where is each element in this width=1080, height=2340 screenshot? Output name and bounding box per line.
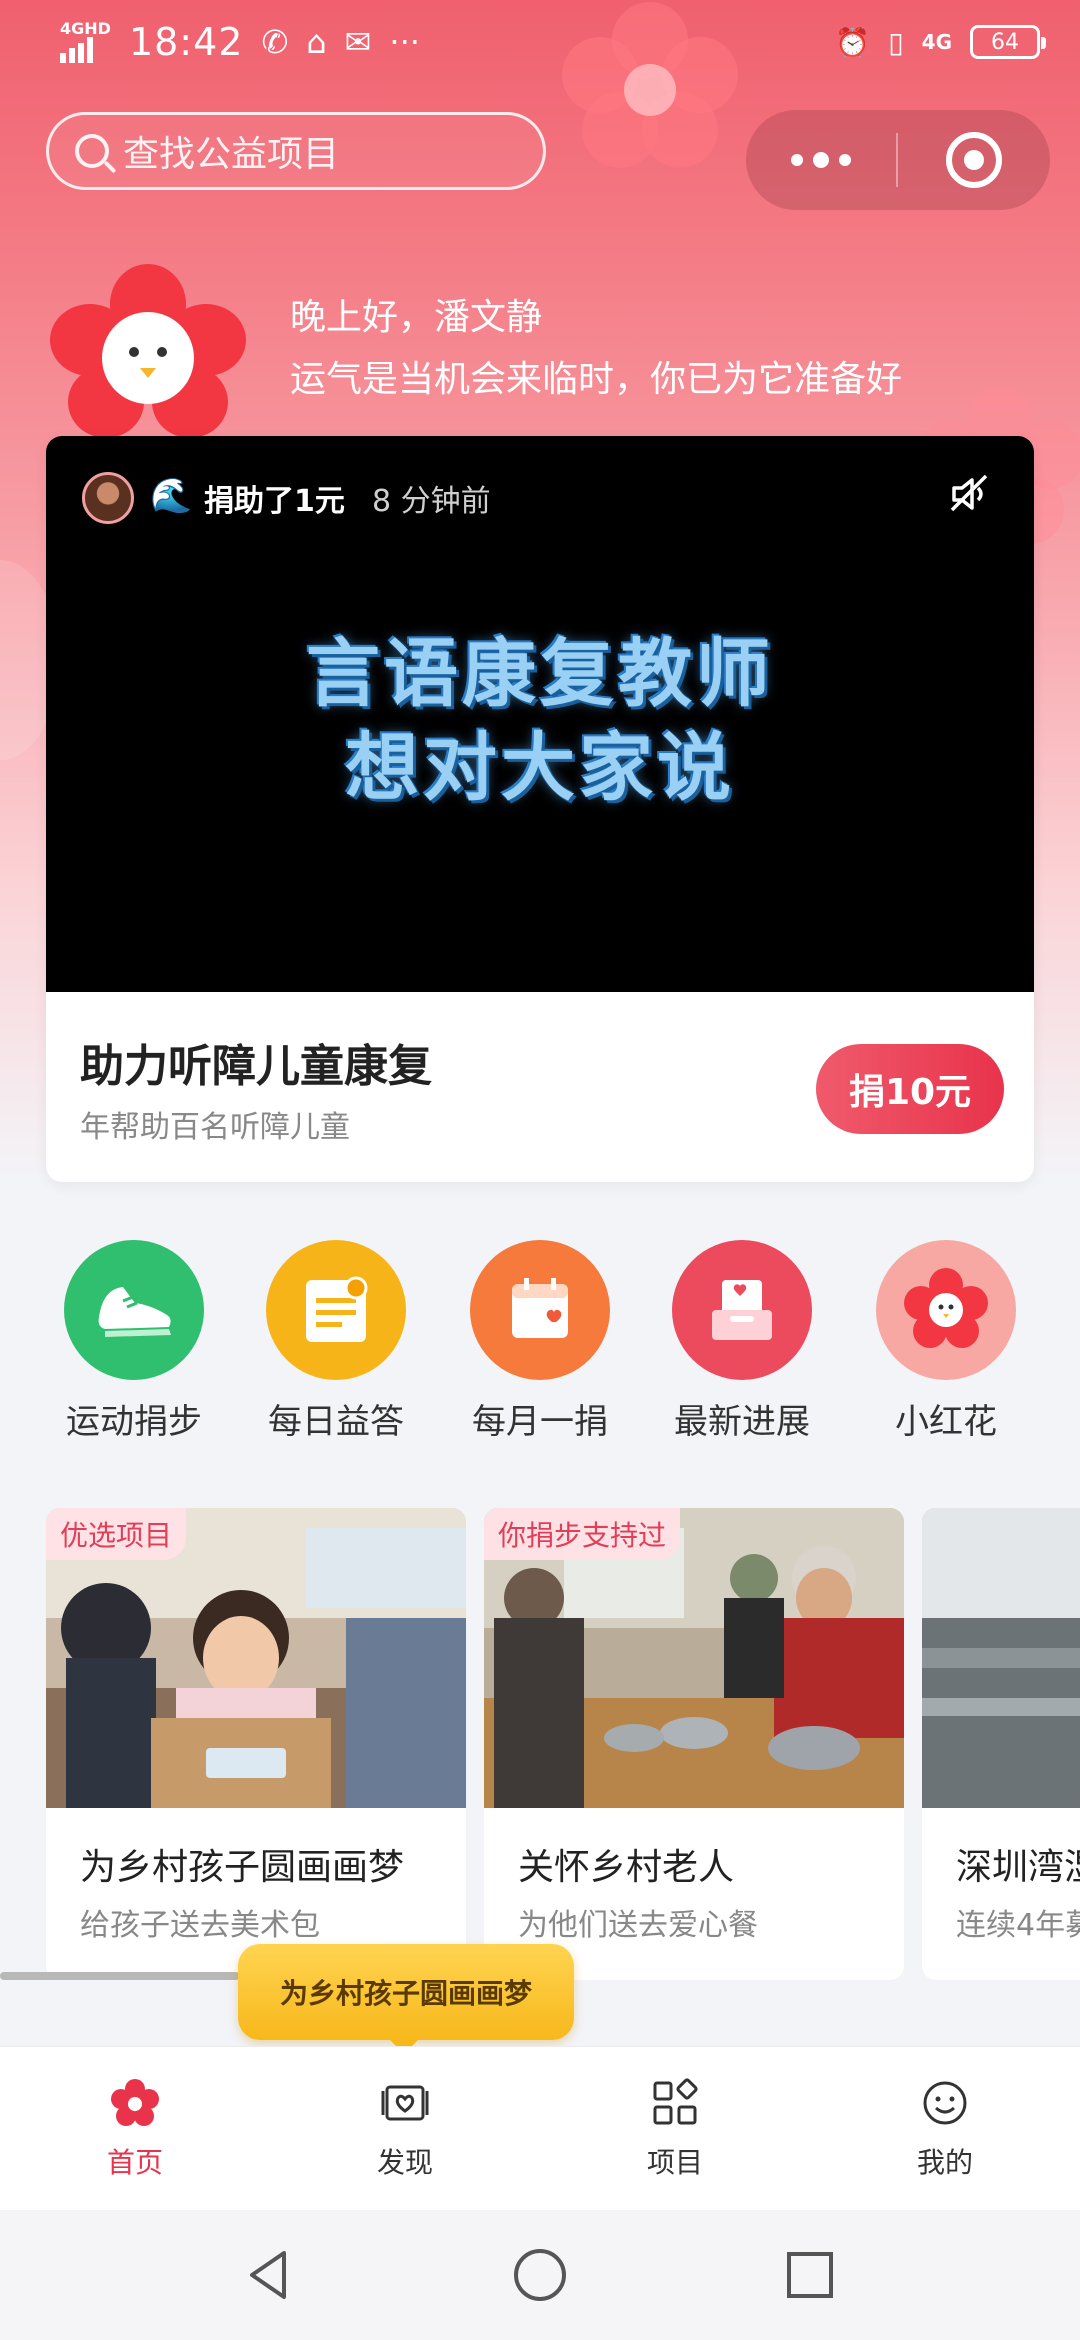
app-notification-icon: ⌂ — [306, 23, 327, 61]
system-navigation-bar — [0, 2210, 1080, 2340]
smiley-icon — [919, 2077, 971, 2129]
phone-call-icon: ✆ — [261, 23, 289, 61]
tab-discover[interactable]: 发现 — [270, 2047, 540, 2211]
project-card-subtitle: 连续4年募 — [956, 1908, 1080, 1943]
video-title-line1: 言语康复教师 — [306, 631, 774, 717]
project-card-title: 为乡村孩子圆画画梦 — [80, 1847, 405, 1888]
donor-avatar — [82, 472, 134, 524]
quick-action-monthly[interactable]: 每月一捐 — [450, 1240, 630, 1442]
miniprogram-capsule — [746, 110, 1050, 210]
quick-action-flower[interactable]: 小红花 — [856, 1240, 1036, 1442]
quick-action-label: 最新进展 — [674, 1402, 810, 1442]
message-icon: ✉ — [344, 23, 372, 61]
network-right: 4G — [921, 30, 952, 54]
project-image-wetland — [922, 1508, 1080, 1808]
quick-actions: 运动捐步 每日益答 每月一捐 最新进展 小红花 — [0, 1240, 1080, 1442]
tab-home[interactable]: 首页 — [0, 2047, 270, 2211]
quick-action-quiz[interactable]: 每日益答 — [246, 1240, 426, 1442]
greeting-text: 晚上好，潘文静 — [290, 297, 543, 338]
vibrate-icon: ▯ — [888, 25, 904, 59]
project-tag: 你捐步支持过 — [484, 1508, 681, 1560]
search-icon — [75, 134, 109, 168]
status-bar: 4GHD 18:42 ✆ ⌂ ✉ ··· ⏰ ▯ 4G 64 — [0, 0, 1080, 84]
project-image-child: 优选项目 — [46, 1508, 466, 1808]
home-icon[interactable] — [500, 2238, 580, 2312]
network-type: 4GHD — [60, 19, 111, 38]
flower-home-icon — [109, 2077, 161, 2129]
quick-action-label: 每日益答 — [268, 1402, 404, 1442]
battery-icon: 64 — [970, 25, 1046, 59]
tab-me[interactable]: 我的 — [810, 2047, 1080, 2211]
alarm-icon: ⏰ — [835, 25, 871, 59]
project-card-subtitle: 为他们送去爱心餐 — [518, 1908, 758, 1943]
bottom-tab-bar: 首页 发现 项目 我的 — [0, 2046, 1080, 2210]
tab-projects[interactable]: 项目 — [540, 2047, 810, 2211]
project-tag: 优选项目 — [46, 1508, 187, 1560]
project-card[interactable]: 深圳湾湿地 连续4年募 — [922, 1508, 1080, 1980]
quick-action-label: 运动捐步 — [66, 1402, 202, 1442]
more-menu-icon[interactable] — [746, 110, 896, 210]
battery-level: 64 — [991, 29, 1019, 55]
tab-label: 发现 — [376, 2146, 433, 2179]
donation-note: 捐助了1元 — [204, 484, 345, 519]
flower-mascot-icon — [50, 264, 246, 438]
project-card-subtitle: 给孩子送去美术包 — [80, 1908, 320, 1943]
donation-time: 8 分钟前 — [372, 484, 491, 519]
back-icon[interactable] — [228, 2238, 308, 2312]
clock: 18:42 — [128, 20, 244, 64]
quick-action-label: 小红花 — [895, 1402, 997, 1442]
signal-icon — [60, 37, 111, 63]
project-card[interactable]: 你捐步支持过 关怀乡村老人 为他们送去爱心餐 — [484, 1508, 904, 1980]
grid-apps-icon — [649, 2077, 701, 2129]
tab-label: 项目 — [646, 2146, 703, 2179]
mute-icon[interactable] — [946, 470, 994, 518]
project-image-elderly: 你捐步支持过 — [484, 1508, 904, 1808]
donate-button[interactable]: 捐10元 — [816, 1044, 1004, 1134]
quiz-card-icon — [266, 1240, 406, 1380]
project-carousel[interactable]: 优选项目 为乡村孩子圆画画梦 给孩子送去美术包 你捐步支持过 关怀乡村老人 为他… — [0, 1508, 1080, 1980]
target-icon — [946, 132, 1002, 188]
more-notifications: ··· — [389, 23, 420, 61]
project-tooltip[interactable]: 为乡村孩子圆画画梦 — [238, 1944, 574, 2054]
project-card[interactable]: 优选项目 为乡村孩子圆画画梦 给孩子送去美术包 — [46, 1508, 466, 1980]
carousel-scroll-indicator — [0, 1972, 240, 1980]
quick-action-label: 每月一捐 — [472, 1402, 608, 1442]
project-subtitle: 年帮助百名听障儿童 — [80, 1110, 350, 1145]
wave-icon: 🌊 — [150, 476, 193, 516]
video-title-line2: 想对大家说 — [345, 725, 735, 811]
quick-action-progress[interactable]: 最新进展 — [652, 1240, 832, 1442]
sneaker-icon — [64, 1240, 204, 1380]
red-flower-icon — [876, 1240, 1016, 1380]
discover-icon — [379, 2077, 431, 2129]
calendar-heart-icon — [470, 1240, 610, 1380]
tab-label: 我的 — [916, 2146, 973, 2179]
close-miniprogram-button[interactable] — [898, 110, 1050, 210]
search-placeholder: 查找公益项目 — [123, 134, 340, 175]
featured-project-card[interactable]: 🌊 捐助了1元 8 分钟前 言语康复教师 想对大家说 助力听障儿童康复 年帮助百… — [46, 436, 1034, 1182]
project-title: 助力听障儿童康复 — [80, 1041, 432, 1092]
recents-icon[interactable] — [770, 2238, 850, 2312]
greeting-quote: 运气是当机会来临时，你已为它准备好 — [290, 359, 903, 400]
inbox-heart-icon — [672, 1240, 812, 1380]
project-card-title: 深圳湾湿地 — [956, 1847, 1080, 1888]
project-card-title: 关怀乡村老人 — [518, 1847, 735, 1888]
search-input[interactable]: 查找公益项目 — [46, 112, 546, 190]
quick-action-steps[interactable]: 运动捐步 — [44, 1240, 224, 1442]
tab-label: 首页 — [106, 2146, 163, 2179]
project-video[interactable]: 🌊 捐助了1元 8 分钟前 言语康复教师 想对大家说 — [46, 436, 1034, 992]
